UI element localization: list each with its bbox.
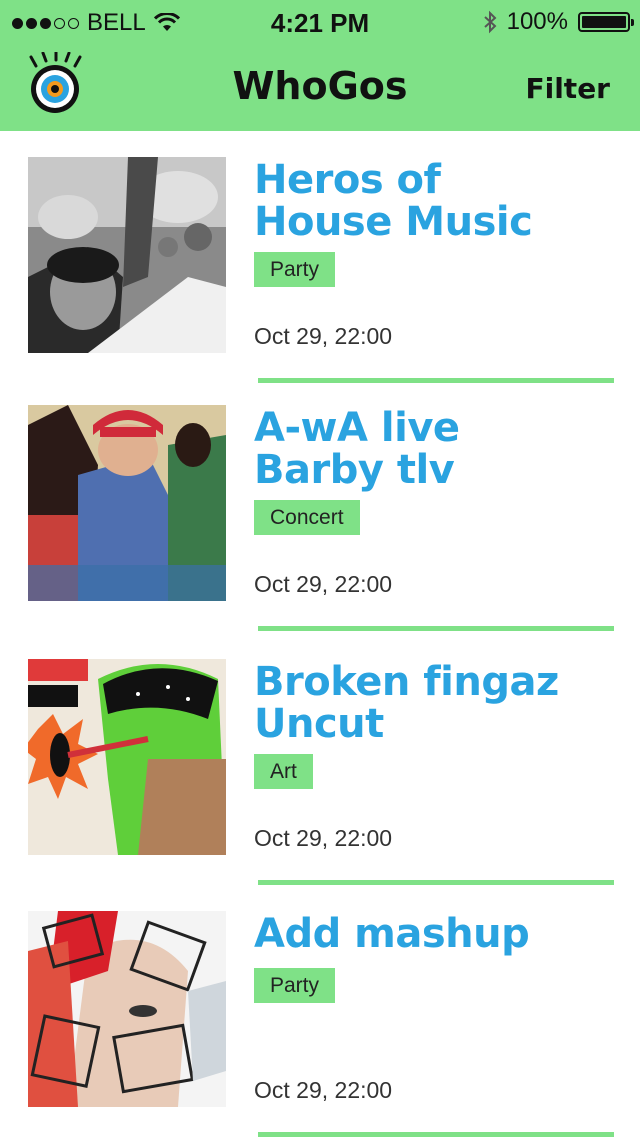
list-divider (258, 1132, 614, 1137)
status-bar: BELL 4:21 PM 100% (0, 0, 640, 44)
battery-percent: 100% (506, 8, 568, 35)
event-list-item[interactable]: A-wA live Barby tlv Concert Oct 29, 22:0… (0, 379, 640, 631)
event-thumbnail[interactable] (28, 405, 226, 601)
event-datetime: Oct 29, 22:00 (254, 825, 393, 851)
event-datetime: Oct 29, 22:00 (254, 571, 393, 597)
event-datetime: Oct 29, 22:00 (254, 1077, 393, 1103)
bluetooth-icon (483, 10, 497, 34)
event-title[interactable]: Heros of House Music (254, 159, 624, 243)
event-category-tag: Concert (254, 500, 360, 535)
event-thumbnail[interactable] (28, 911, 226, 1107)
event-title[interactable]: Broken fingaz Uncut (254, 661, 624, 745)
event-thumbnail[interactable] (28, 157, 226, 353)
list-divider (258, 626, 614, 631)
event-category-tag: Art (254, 754, 313, 789)
top-bar: BELL 4:21 PM 100% WhoGos Filter (0, 0, 640, 131)
event-thumbnail[interactable] (28, 659, 226, 855)
event-list-item[interactable]: Add mashup Party Oct 29, 22:00 (0, 885, 640, 1137)
event-datetime: Oct 29, 22:00 (254, 323, 393, 349)
filter-button[interactable]: Filter (525, 72, 610, 105)
event-category-tag: Party (254, 968, 336, 1003)
status-right: 100% (483, 8, 634, 36)
event-title[interactable]: A-wA live Barby tlv (254, 407, 624, 491)
event-category-tag: Party (254, 252, 336, 287)
battery-icon (578, 12, 634, 32)
event-list-item[interactable]: Heros of House Music Party Oct 29, 22:00 (0, 131, 640, 383)
event-title[interactable]: Add mashup (254, 913, 624, 955)
event-list-item[interactable]: Broken fingaz Uncut Art Oct 29, 22:00 (0, 633, 640, 885)
